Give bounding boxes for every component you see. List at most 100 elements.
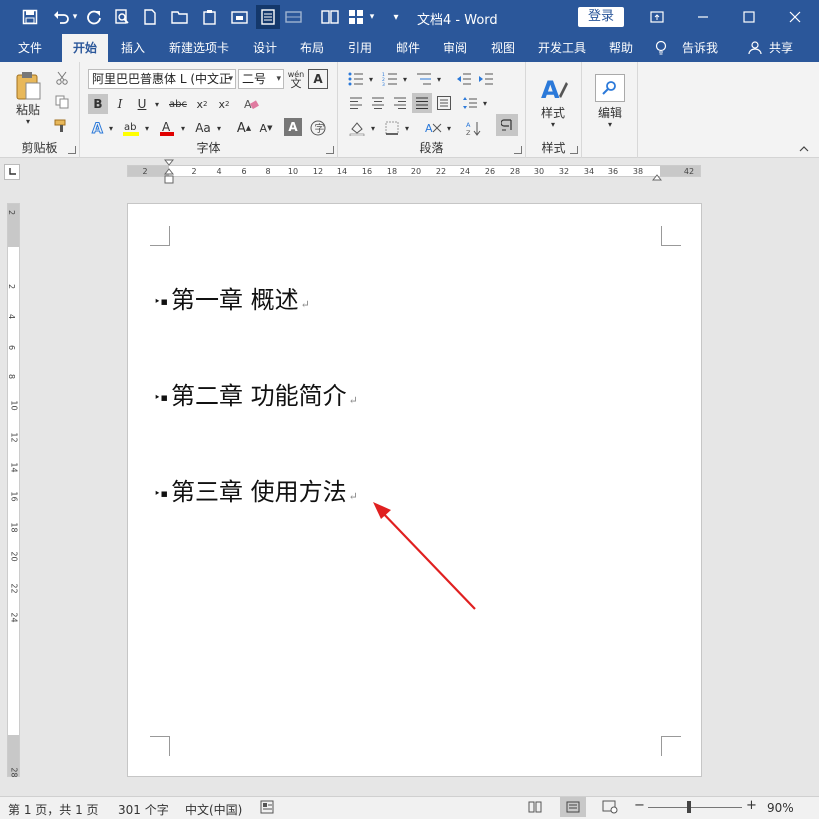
minimize-icon[interactable] bbox=[680, 0, 726, 34]
redo-icon[interactable] bbox=[82, 5, 106, 29]
tab-insert[interactable]: 插入 bbox=[112, 34, 154, 62]
multilevel-list-icon[interactable] bbox=[414, 69, 434, 89]
zoom-level[interactable]: 90% bbox=[767, 801, 794, 815]
copy-icon[interactable] bbox=[52, 92, 72, 112]
tab-developer[interactable]: 开发工具 bbox=[532, 34, 592, 62]
page-view-icon[interactable] bbox=[256, 5, 280, 29]
columns-icon[interactable] bbox=[318, 5, 342, 29]
superscript-icon[interactable]: x2 bbox=[214, 94, 234, 114]
shading-icon[interactable] bbox=[346, 118, 368, 138]
table-style-icon[interactable] bbox=[282, 5, 306, 29]
tab-layout[interactable]: 布局 bbox=[291, 34, 333, 62]
right-indent-marker[interactable] bbox=[651, 170, 663, 181]
screenshot-icon[interactable] bbox=[228, 5, 252, 29]
text-effects-icon[interactable]: A bbox=[88, 118, 108, 138]
line-spacing-dropdown-icon[interactable]: ▾ bbox=[480, 93, 490, 113]
horizontal-ruler[interactable]: 2 2 4 6 8 10 12 14 16 18 20 22 24 26 28 30 32 34 36 38 42 bbox=[127, 165, 701, 177]
highlight-dropdown-icon[interactable]: ▾ bbox=[142, 118, 152, 138]
numbering-icon[interactable]: 123 bbox=[380, 69, 400, 89]
paste-button[interactable]: 粘贴 ▾ bbox=[8, 68, 48, 128]
align-right-icon[interactable] bbox=[390, 93, 410, 113]
paste-special-icon[interactable] bbox=[198, 5, 222, 29]
character-shading-icon[interactable]: A bbox=[284, 118, 302, 136]
italic-icon[interactable]: I bbox=[110, 94, 130, 114]
save-icon[interactable] bbox=[18, 5, 42, 29]
styles-launcher-icon[interactable] bbox=[570, 146, 578, 154]
collapse-ribbon-icon[interactable] bbox=[796, 142, 812, 156]
change-case-icon[interactable]: Aa bbox=[192, 118, 214, 138]
sort-icon[interactable]: AZ bbox=[464, 118, 484, 138]
font-size-select[interactable]: 二号 ▾ bbox=[238, 69, 284, 89]
web-layout-icon[interactable] bbox=[602, 800, 618, 817]
clipboard-launcher-icon[interactable] bbox=[68, 146, 76, 154]
line-spacing-icon[interactable] bbox=[460, 93, 480, 113]
zoom-slider[interactable] bbox=[648, 807, 742, 808]
language-indicator[interactable]: 中文(中国) bbox=[185, 801, 242, 818]
font-name-select[interactable]: 阿里巴巴普惠体 L (中文正 ▾ bbox=[88, 69, 236, 89]
distributed-icon[interactable] bbox=[434, 93, 454, 113]
tab-help[interactable]: 帮助 bbox=[600, 34, 642, 62]
borders-icon[interactable] bbox=[382, 118, 402, 138]
customize-qat-icon[interactable]: ▾ bbox=[384, 5, 408, 29]
share-button[interactable]: 共享 bbox=[764, 34, 798, 62]
align-center-icon[interactable] bbox=[368, 93, 388, 113]
word-count[interactable]: 301 个字 bbox=[118, 801, 169, 818]
numbering-dropdown-icon[interactable]: ▾ bbox=[400, 69, 410, 89]
font-launcher-icon[interactable] bbox=[326, 146, 334, 154]
macro-record-icon[interactable] bbox=[260, 800, 274, 817]
undo-dropdown-icon[interactable]: ▾ bbox=[70, 5, 80, 29]
grow-font-icon[interactable]: A ▲ bbox=[234, 118, 254, 138]
styles-button[interactable]: A 样式 ▾ bbox=[530, 68, 576, 134]
highlight-color-icon[interactable]: ab bbox=[120, 118, 142, 138]
print-preview-icon[interactable] bbox=[110, 5, 134, 29]
paragraph-launcher-icon[interactable] bbox=[514, 146, 522, 154]
maximize-icon[interactable] bbox=[726, 0, 772, 34]
multilevel-dropdown-icon[interactable]: ▾ bbox=[434, 69, 444, 89]
show-hide-marks-icon[interactable] bbox=[496, 114, 518, 136]
subscript-icon[interactable]: x2 bbox=[192, 94, 212, 114]
vertical-ruler[interactable]: 2 2 4 6 8 10 12 14 16 18 20 22 24 28 bbox=[7, 203, 20, 778]
zoom-in-icon[interactable]: + bbox=[746, 798, 757, 813]
font-color-icon[interactable]: A bbox=[156, 118, 178, 138]
open-folder-icon[interactable] bbox=[168, 5, 192, 29]
read-mode-icon[interactable] bbox=[528, 800, 542, 817]
align-left-icon[interactable] bbox=[346, 93, 366, 113]
bullets-dropdown-icon[interactable]: ▾ bbox=[366, 69, 376, 89]
bullets-icon[interactable] bbox=[346, 69, 366, 89]
enclose-character-icon[interactable]: 字 bbox=[308, 118, 328, 138]
tab-design[interactable]: 设计 bbox=[244, 34, 286, 62]
justify-icon[interactable] bbox=[412, 93, 432, 113]
shading-dropdown-icon[interactable]: ▾ bbox=[368, 118, 378, 138]
text-effects-dropdown-icon[interactable]: ▾ bbox=[106, 118, 116, 138]
increase-indent-icon[interactable] bbox=[476, 69, 496, 89]
borders-dropdown-icon[interactable]: ▾ bbox=[402, 118, 412, 138]
close-icon[interactable] bbox=[772, 0, 818, 34]
print-layout-icon[interactable] bbox=[560, 797, 586, 817]
grid-dropdown-icon[interactable]: ▾ bbox=[366, 5, 378, 29]
enclose-char-a-icon[interactable]: A bbox=[308, 69, 328, 89]
tab-new-tab[interactable]: 新建选项卡 bbox=[162, 34, 236, 62]
bold-icon[interactable]: B bbox=[88, 94, 108, 114]
underline-dropdown-icon[interactable]: ▾ bbox=[152, 94, 162, 114]
phonetic-guide-button[interactable]: wén 文 bbox=[286, 67, 306, 91]
tab-review[interactable]: 审阅 bbox=[434, 34, 476, 62]
document-page[interactable]: ‣▪ 第一章 概述 ↵ ‣▪ 第二章 功能简介 ↵ ‣▪ 第三章 使用方法 ↵ bbox=[127, 203, 702, 777]
cut-icon[interactable] bbox=[52, 68, 72, 88]
clear-formatting-icon[interactable]: A bbox=[240, 94, 262, 114]
login-button[interactable]: 登录 bbox=[578, 7, 624, 27]
underline-icon[interactable]: U bbox=[132, 94, 152, 114]
indent-markers[interactable] bbox=[163, 159, 175, 185]
chinese-layout-dropdown-icon[interactable]: ▾ bbox=[444, 118, 454, 138]
format-painter-icon[interactable] bbox=[52, 116, 72, 136]
editing-button[interactable]: 编辑 ▾ bbox=[586, 68, 634, 134]
shrink-font-icon[interactable]: A ▼ bbox=[256, 118, 276, 138]
new-document-icon[interactable] bbox=[138, 5, 162, 29]
page-info[interactable]: 第 1 页，共 1 页 bbox=[8, 801, 99, 818]
zoom-out-icon[interactable]: − bbox=[634, 798, 645, 813]
ribbon-display-icon[interactable] bbox=[634, 0, 680, 34]
chinese-layout-icon[interactable]: A bbox=[422, 118, 444, 138]
change-case-dropdown-icon[interactable]: ▾ bbox=[214, 118, 224, 138]
decrease-indent-icon[interactable] bbox=[454, 69, 474, 89]
tab-view[interactable]: 视图 bbox=[482, 34, 524, 62]
tab-references[interactable]: 引用 bbox=[339, 34, 381, 62]
